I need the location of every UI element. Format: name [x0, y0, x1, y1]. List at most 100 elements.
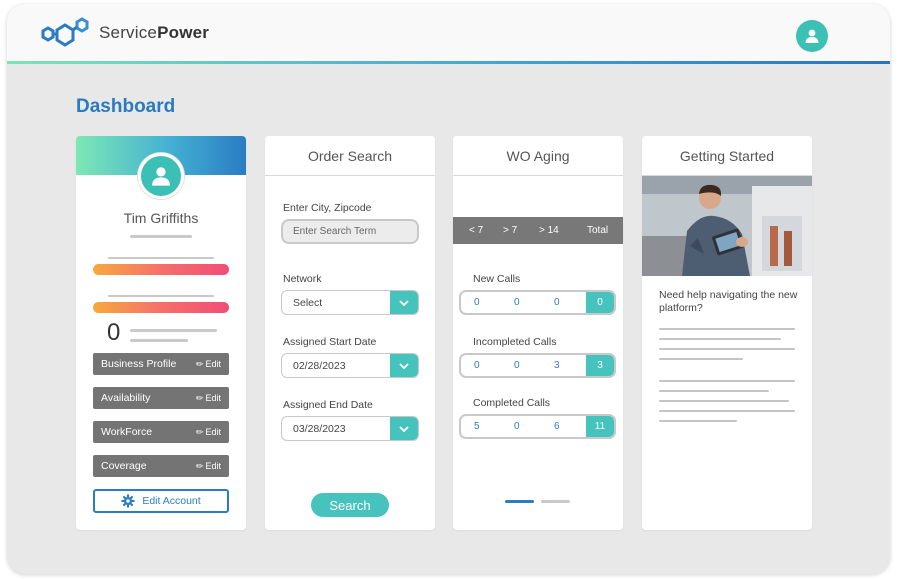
header-accent-line — [7, 61, 890, 64]
hexagon-logo-icon — [41, 17, 89, 47]
progress-bar — [93, 264, 229, 275]
edit-account-label: Edit Account — [142, 495, 201, 507]
placeholder-line — [130, 235, 192, 238]
workforce-button[interactable]: WorkForce ✏ Edit — [93, 421, 229, 443]
new-calls-label: New Calls — [473, 273, 521, 285]
total-cell: 11 — [586, 416, 614, 437]
column-header: Total — [587, 225, 609, 236]
brand-logo[interactable]: ServicePower — [35, 12, 209, 54]
placeholder-line — [108, 295, 214, 297]
network-value: Select — [293, 296, 323, 309]
end-date-select[interactable]: 03/28/2023 — [281, 416, 419, 441]
total-cell: 3 — [586, 355, 614, 376]
placeholder-line — [659, 390, 769, 392]
wo-aging-card: WO Aging < 7 > 7 > 14 Total New Calls 0 … — [453, 136, 623, 530]
start-date-label: Assigned Start Date — [283, 336, 377, 348]
technician-photo — [642, 176, 812, 276]
edit-label: Edit — [205, 427, 221, 437]
pencil-icon: ✏ — [195, 426, 204, 437]
profile-name: Tim Griffiths — [123, 210, 199, 226]
column-header: > 14 — [539, 225, 559, 236]
brand-name: ServicePower — [99, 23, 210, 42]
help-prompt: Need help navigating the new platform? — [659, 289, 798, 314]
search-button[interactable]: Search — [311, 493, 389, 517]
top-bar: ServicePower — [7, 4, 890, 61]
network-label: Network — [283, 273, 322, 285]
button-label: Coverage — [101, 460, 147, 472]
placeholder-line — [659, 410, 795, 412]
button-label: Business Profile — [101, 358, 177, 370]
column-header: < 7 — [469, 225, 484, 236]
end-date-label: Assigned End Date — [283, 399, 373, 411]
cell: 0 — [514, 421, 520, 432]
placeholder-line — [659, 380, 795, 382]
placeholder-line — [659, 420, 737, 422]
user-avatar-button[interactable] — [796, 20, 828, 52]
edit-link[interactable]: ✏ Edit — [196, 393, 221, 404]
cell: 3 — [554, 360, 560, 371]
user-icon — [805, 29, 819, 43]
cell: 5 — [474, 421, 480, 432]
pencil-icon: ✏ — [195, 358, 204, 369]
incompleted-calls-label: Incompleted Calls — [473, 336, 557, 348]
city-label: Enter City, Zipcode — [283, 202, 372, 214]
start-date-value: 02/28/2023 — [293, 359, 346, 372]
profile-avatar — [138, 153, 184, 199]
placeholder-line — [659, 358, 743, 360]
placeholder-line — [659, 338, 781, 340]
city-zipcode-input[interactable]: Enter Search Term — [281, 219, 419, 244]
cell: 0 — [514, 360, 520, 371]
edit-label: Edit — [205, 359, 221, 369]
placeholder-line — [659, 400, 789, 402]
progress-bar — [93, 302, 229, 313]
new-calls-row[interactable]: 0 0 0 0 — [459, 290, 616, 315]
coverage-button[interactable]: Coverage ✏ Edit — [93, 455, 229, 477]
gear-icon — [121, 494, 135, 508]
availability-button[interactable]: Availability ✏ Edit — [93, 387, 229, 409]
start-date-select[interactable]: 02/28/2023 — [281, 353, 419, 378]
placeholder-line — [659, 328, 795, 330]
placeholder-line — [130, 329, 217, 332]
placeholder-line — [130, 339, 188, 342]
end-date-value: 03/28/2023 — [293, 422, 346, 435]
chevron-down-icon[interactable] — [390, 354, 418, 377]
pencil-icon: ✏ — [195, 460, 204, 471]
edit-link[interactable]: ✏ Edit — [196, 461, 221, 472]
edit-account-button[interactable]: Edit Account — [93, 489, 229, 513]
button-label: WorkForce — [101, 426, 153, 438]
page-title: Dashboard — [76, 96, 176, 117]
button-label: Availability — [101, 392, 151, 404]
card-title: Order Search — [265, 136, 435, 176]
cell: 0 — [554, 297, 560, 308]
edit-link[interactable]: ✏ Edit — [196, 427, 221, 438]
network-select[interactable]: Select — [281, 290, 419, 315]
card-title: Getting Started — [642, 136, 812, 176]
incompleted-calls-row[interactable]: 0 0 3 3 — [459, 353, 616, 378]
placeholder-line — [108, 257, 214, 259]
pager-dot-active[interactable] — [505, 500, 534, 503]
card-title: WO Aging — [453, 136, 623, 176]
completed-calls-row[interactable]: 5 0 6 11 — [459, 414, 616, 439]
total-cell: 0 — [586, 292, 614, 313]
pager-dot[interactable] — [541, 500, 570, 503]
completed-calls-label: Completed Calls — [473, 397, 551, 409]
user-icon — [152, 167, 170, 186]
order-search-card: Order Search Enter City, Zipcode Enter S… — [265, 136, 435, 530]
cell: 0 — [514, 297, 520, 308]
app-window: ServicePower Dashboard Tim Griffiths 0 B… — [7, 4, 890, 574]
edit-label: Edit — [205, 461, 221, 471]
profile-count: 0 — [107, 319, 121, 346]
business-profile-button[interactable]: Business Profile ✏ Edit — [93, 353, 229, 375]
edit-label: Edit — [205, 393, 221, 403]
profile-card: Tim Griffiths 0 Business Profile ✏ Edit A… — [76, 136, 246, 530]
pencil-icon: ✏ — [195, 392, 204, 403]
getting-started-card: Getting Started Need help navigating the… — [642, 136, 812, 530]
edit-link[interactable]: ✏ Edit — [196, 359, 221, 370]
placeholder-line — [659, 348, 795, 350]
chevron-down-icon[interactable] — [390, 417, 418, 440]
column-header: > 7 — [503, 225, 518, 236]
cell: 0 — [474, 360, 480, 371]
chevron-down-icon[interactable] — [390, 291, 418, 314]
aging-column-header: < 7 > 7 > 14 Total — [453, 217, 623, 244]
cell: 6 — [554, 421, 560, 432]
